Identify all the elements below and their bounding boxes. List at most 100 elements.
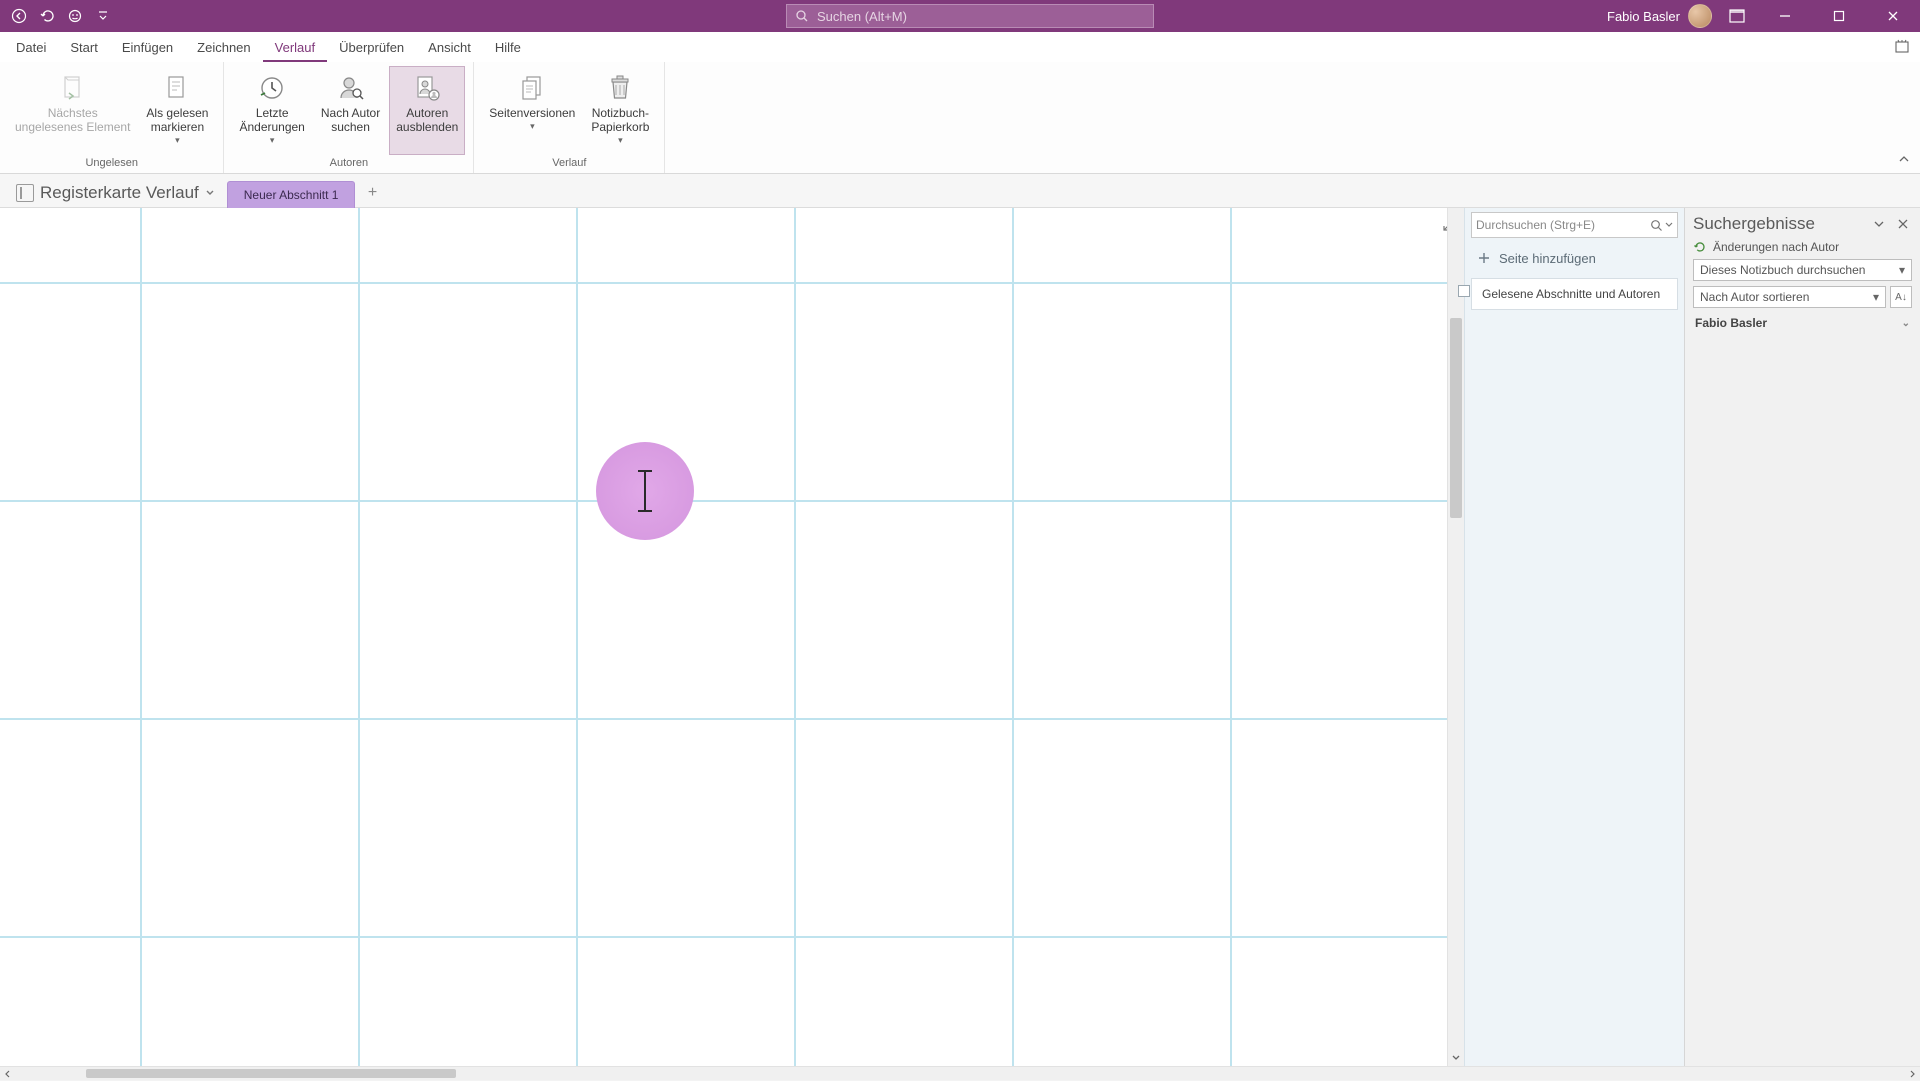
ribbon-tab-einfügen[interactable]: Einfügen — [110, 34, 185, 62]
main-area: Durchsuchen (Strg+E) Seite hinzufügen Ge… — [0, 208, 1920, 1066]
undo-icon[interactable] — [36, 5, 58, 27]
ribbon-button[interactable]: Letzte Änderungen▾ — [232, 66, 311, 155]
author-group[interactable]: Fabio Basler ⌄ — [1685, 310, 1920, 336]
search-icon — [795, 9, 809, 23]
text-cursor-icon — [644, 470, 646, 512]
chevron-down-icon: ▾ — [175, 135, 180, 146]
group-label: Autoren — [330, 155, 369, 171]
scrollbar-thumb[interactable] — [86, 1069, 456, 1078]
button-label: Notizbuch- Papierkorb — [591, 107, 649, 135]
ribbon-group-autoren: Letzte Änderungen▾Nach Autor suchenAutor… — [224, 62, 474, 173]
button-label: Autoren ausblenden — [396, 107, 458, 135]
section-tab[interactable]: Neuer Abschnitt 1 — [227, 181, 356, 208]
global-search[interactable]: Suchen (Alt+M) — [786, 4, 1154, 28]
scroll-down-icon[interactable] — [1448, 1049, 1464, 1066]
ribbon-tab-verlauf[interactable]: Verlauf — [263, 34, 327, 62]
page-check-icon — [160, 71, 194, 105]
ribbon-button[interactable]: Seitenversionen▾ — [482, 66, 582, 155]
scroll-right-icon[interactable] — [1904, 1067, 1920, 1081]
vertical-scrollbar[interactable] — [1447, 208, 1464, 1066]
ribbon-tab-hilfe[interactable]: Hilfe — [483, 34, 533, 62]
avatar — [1688, 4, 1712, 28]
page-canvas[interactable] — [0, 208, 1464, 1066]
collapse-ribbon-icon[interactable] — [1894, 151, 1914, 169]
page-marker-icon — [1458, 285, 1470, 297]
person-hide-icon — [410, 71, 444, 105]
sort-select[interactable]: Nach Autor sortieren ▾ — [1693, 286, 1886, 308]
ribbon-tab-datei[interactable]: Datei — [4, 34, 58, 62]
chevron-down-icon — [205, 188, 215, 198]
scroll-left-icon[interactable] — [0, 1067, 16, 1081]
author-name: Fabio Basler — [1695, 316, 1767, 330]
canvas-wrap — [0, 208, 1464, 1066]
quick-access-toolbar — [0, 5, 114, 27]
panel-options-icon[interactable] — [1870, 215, 1888, 233]
ribbon-tab-zeichnen[interactable]: Zeichnen — [185, 34, 262, 62]
trash-icon — [603, 71, 637, 105]
page-list-panel: Durchsuchen (Strg+E) Seite hinzufügen Ge… — [1464, 208, 1684, 1066]
button-label: Seitenversionen — [489, 107, 575, 121]
chevron-down-icon: ▾ — [530, 121, 535, 132]
changes-by-author-label: Änderungen nach Autor — [1713, 240, 1839, 254]
chevron-down-icon: ▾ — [1899, 263, 1905, 277]
add-section-button[interactable]: + — [359, 181, 385, 205]
page-search-input[interactable]: Durchsuchen (Strg+E) — [1471, 212, 1678, 238]
notebook-dropdown[interactable]: Registerkarte Verlauf — [8, 179, 223, 207]
button-label: Letzte Änderungen — [239, 107, 304, 135]
chevron-down-icon: ▾ — [270, 135, 275, 146]
button-label: Als gelesen markieren — [146, 107, 208, 135]
ribbon-button[interactable]: Nach Autor suchen — [314, 66, 387, 155]
back-icon[interactable] — [8, 5, 30, 27]
search-results-panel: Suchergebnisse Änderungen nach Autor Die… — [1684, 208, 1920, 1066]
group-label: Ungelesen — [85, 155, 138, 171]
qat-customize-icon[interactable] — [92, 5, 114, 27]
ribbon-button[interactable]: Notizbuch- Papierkorb▾ — [584, 66, 656, 155]
changes-by-author-row[interactable]: Änderungen nach Autor — [1685, 238, 1920, 256]
ribbon-group-ungelesen: Nächstes ungelesenes Element Als gelesen … — [0, 62, 224, 173]
search-placeholder: Suchen (Alt+M) — [817, 9, 907, 24]
titlebar-right: Fabio Basler — [1607, 0, 1920, 32]
chevron-down-icon: ▾ — [618, 135, 623, 146]
search-scope-value: Dieses Notizbuch durchsuchen — [1700, 263, 1865, 277]
maximize-button[interactable] — [1816, 0, 1862, 32]
close-button[interactable] — [1870, 0, 1916, 32]
touch-mode-icon[interactable] — [64, 5, 86, 27]
chevron-down-icon[interactable] — [1665, 221, 1673, 229]
button-label: Nächstes ungelesenes Element — [15, 107, 130, 135]
scrollbar-thumb[interactable] — [1450, 318, 1462, 518]
ribbon-tab-start[interactable]: Start — [58, 34, 109, 62]
search-icon — [1650, 219, 1663, 232]
cursor-highlight — [596, 442, 694, 540]
ribbon: Nächstes ungelesenes Element Als gelesen … — [0, 62, 1920, 174]
add-page-label: Seite hinzufügen — [1499, 251, 1596, 266]
chevron-down-icon: ▾ — [1873, 290, 1879, 304]
ribbon-button[interactable]: Als gelesen markieren▾ — [139, 66, 215, 155]
account-button[interactable]: Fabio Basler — [1607, 4, 1712, 28]
page-search-placeholder: Durchsuchen (Strg+E) — [1476, 218, 1595, 232]
horizontal-scrollbar[interactable] — [0, 1066, 1920, 1080]
plus-icon — [1477, 251, 1491, 265]
scrollbar-track[interactable] — [16, 1067, 1904, 1080]
ribbon-tab-überprüfen[interactable]: Überprüfen — [327, 34, 416, 62]
ribbon-tab-ansicht[interactable]: Ansicht — [416, 34, 483, 62]
page-versions-icon — [515, 71, 549, 105]
group-label: Verlauf — [552, 155, 586, 171]
minimize-button[interactable] — [1762, 0, 1808, 32]
title-bar: Gelesene Abschnitte und Autoren - OneNot… — [0, 0, 1920, 32]
search-scope-select[interactable]: Dieses Notizbuch durchsuchen ▾ — [1693, 259, 1912, 281]
ribbon-group-verlauf: Seitenversionen▾Notizbuch- Papierkorb▾Ve… — [474, 62, 665, 173]
sort-order-button[interactable]: A↓ — [1890, 286, 1912, 308]
section-tab-label: Neuer Abschnitt 1 — [244, 188, 339, 202]
sort-value: Nach Autor sortieren — [1700, 290, 1809, 304]
share-button[interactable] — [1890, 36, 1914, 58]
window-layout-icon[interactable] — [1720, 0, 1754, 32]
person-search-icon — [334, 71, 368, 105]
grid-lines — [0, 208, 1464, 1066]
ribbon-button: Nächstes ungelesenes Element — [8, 66, 137, 155]
ribbon-button[interactable]: Autoren ausblenden — [389, 66, 465, 155]
user-name: Fabio Basler — [1607, 9, 1680, 24]
page-title: Gelesene Abschnitte und Autoren — [1482, 287, 1660, 301]
page-list-item[interactable]: Gelesene Abschnitte und Autoren — [1471, 278, 1678, 310]
close-panel-icon[interactable] — [1894, 215, 1912, 233]
add-page-button[interactable]: Seite hinzufügen — [1471, 244, 1678, 272]
